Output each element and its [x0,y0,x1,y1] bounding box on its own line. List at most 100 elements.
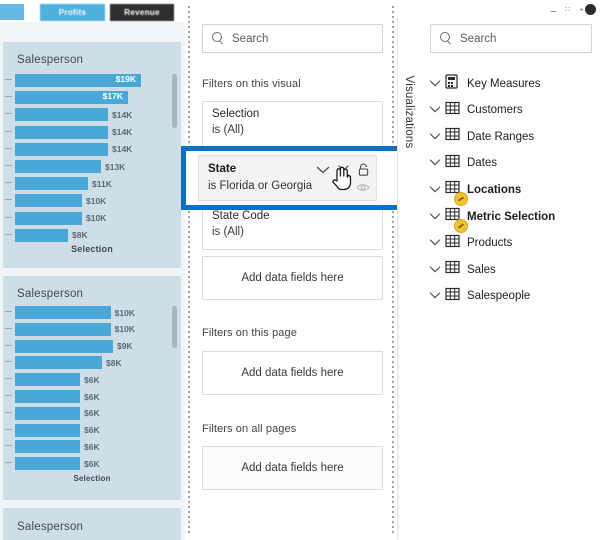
button-profits[interactable]: Profits [40,4,105,21]
bar[interactable]: $17K [15,91,128,105]
bar[interactable] [15,390,80,403]
minimize-icon[interactable]: ⚊ [549,5,558,14]
filter-card-selection[interactable]: Selection is (All) [202,101,383,148]
hide-filter-icon[interactable] [356,182,370,193]
bar-value-label: $8K [72,230,88,241]
bar-row[interactable]: $19K [15,74,148,87]
chevron-down-icon[interactable] [316,165,330,175]
table-icon [445,180,468,207]
bar-value-label: $14K [112,144,133,155]
bar[interactable] [15,211,82,225]
chevron-down-icon[interactable] [429,208,445,226]
bar-row[interactable]: $6K [15,440,135,454]
bar[interactable] [15,160,101,173]
bar-row[interactable]: $10K [15,306,135,319]
field-table-row-date-ranges[interactable]: Date Ranges [429,123,589,150]
field-table-row-metric-selection[interactable]: Metric Selection [429,203,589,233]
dropzone-visual-filters[interactable]: Add data fields here [202,256,383,300]
chevron-down-icon[interactable] [429,261,445,279]
bar-row[interactable]: $10K [15,322,135,336]
bar[interactable] [15,423,80,437]
bar-row[interactable]: $9K [15,339,135,353]
clear-filter-icon[interactable] [338,165,349,176]
field-table-row-sales[interactable]: Sales [429,256,589,283]
pane-splitter-left[interactable] [185,0,193,540]
fields-search-input[interactable]: Search [430,24,592,53]
bar[interactable] [15,142,108,156]
chevron-down-icon[interactable] [429,181,445,199]
category-tick: — [5,144,12,152]
bar-row[interactable]: $8K [15,228,148,242]
bar-row[interactable]: $6K [15,406,135,420]
bar-row[interactable]: $13K [15,160,148,173]
bar-row[interactable]: $14K [15,142,148,156]
field-table-row-products[interactable]: Products [429,230,589,257]
dropzone-all-pages-filters[interactable]: Add data fields here [202,446,383,490]
chevron-down-icon[interactable] [429,287,445,305]
bar-value-label: $13K [105,161,126,172]
bar[interactable] [15,108,108,122]
restore-icon[interactable]: ∷ [563,5,572,14]
pane-splitter-right[interactable] [389,0,397,540]
partial-chip[interactable] [0,4,24,20]
visual-scrollbar[interactable] [172,74,177,128]
bar[interactable] [15,356,102,370]
bar[interactable] [15,228,68,242]
lock-icon[interactable] [357,163,370,177]
chevron-down-icon[interactable] [429,154,445,172]
chevron-down-icon[interactable] [429,128,445,146]
field-table-row-salespeople[interactable]: Salespeople [429,283,589,310]
field-table-label: Sales [467,263,496,276]
field-table-row-locations[interactable]: Locations [429,176,589,207]
field-table-label: Locations [467,183,522,196]
bar-row[interactable]: $6K [15,390,135,403]
bar-row[interactable]: $14K [15,108,148,122]
bar[interactable] [15,339,113,353]
visual-card-salesperson-3[interactable]: Salesperson [3,508,181,540]
visual-scrollbar[interactable] [172,306,177,348]
bar[interactable]: $19K [15,74,141,87]
menu-dot-icon[interactable] [585,4,596,15]
bar[interactable] [15,125,108,139]
filter-card-state-code[interactable]: State Code is (All) [202,203,383,250]
dropzone-page-filters[interactable]: Add data fields here [202,351,383,395]
bar-row[interactable]: $11K [15,177,148,191]
table-icon [445,154,467,173]
bar[interactable] [15,322,111,336]
field-table-row-customers[interactable]: Customers [429,97,589,124]
bar[interactable] [15,373,80,387]
category-tick: — [5,425,12,433]
bar[interactable] [15,194,82,208]
category-tick: — [5,442,12,450]
bar-row[interactable]: $10K [15,211,148,225]
bar-row[interactable]: $14K [15,125,148,139]
bar-row[interactable]: $8K [15,356,135,370]
bar-row[interactable]: $6K [15,423,135,437]
filter-card-state[interactable]: State is Florida or Georgia [198,155,377,201]
bar[interactable] [15,406,80,420]
field-table-row-key-measures[interactable]: Key Measures [429,70,589,97]
filter-card-value: is (All) [212,226,244,238]
chevron-down-icon[interactable] [429,101,445,119]
visual-card-salesperson-1[interactable]: Salesperson — $19K — $17K — $14K — $14K — $14K — $1… [3,42,181,268]
bar-value-label: $10K [86,195,107,206]
bar[interactable] [15,306,111,319]
category-tick: — [5,213,12,221]
section-title-visual: Filters on this visual [202,78,301,90]
field-table-row-dates[interactable]: Dates [429,150,589,177]
chevron-down-icon[interactable] [429,234,445,252]
bar-row[interactable]: $10K [15,194,148,208]
bar-row[interactable]: $6K [15,373,135,387]
bar[interactable] [15,440,80,454]
category-tick: — [5,230,12,238]
bar[interactable] [15,177,88,191]
filters-search-input[interactable]: Search [202,24,383,53]
button-revenue[interactable]: Revenue [110,4,174,21]
tab-visualizations[interactable]: Visualizations [397,14,420,210]
bar[interactable] [15,457,80,471]
filter-card-name: State [208,163,237,175]
bar-row[interactable]: $6K [15,457,135,471]
bar-row[interactable]: $17K [15,91,148,105]
visual-card-salesperson-2[interactable]: Salesperson — $10K — $10K — $9K — $8K — $6K — $6K — $… [3,276,181,500]
chevron-down-icon[interactable] [429,75,445,93]
